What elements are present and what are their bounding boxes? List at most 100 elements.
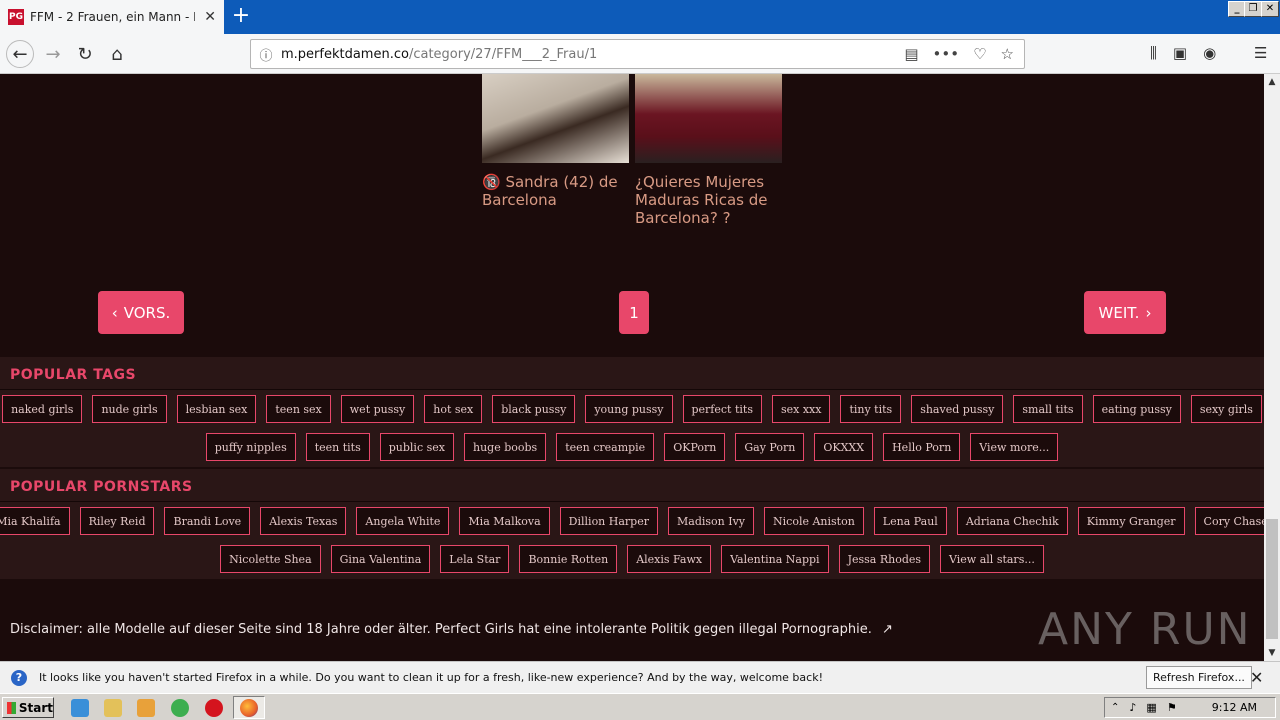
opera-icon[interactable] <box>205 699 223 717</box>
tag-link[interactable]: View more... <box>970 433 1059 461</box>
url-path: /category/27/FFM___2_Frau/1 <box>408 46 598 62</box>
video-thumbnail[interactable] <box>482 74 629 163</box>
tab-close-icon[interactable]: ✕ <box>204 9 216 25</box>
scroll-down-icon[interactable]: ▼ <box>1264 645 1280 661</box>
notification-close-icon[interactable]: ✕ <box>1250 668 1263 687</box>
tag-link[interactable]: Gay Porn <box>735 433 805 461</box>
home-icon[interactable]: ⌂ <box>103 40 131 68</box>
pornstars-row: Mia Khalifa Riley Reid Brandi Love Alexis T… <box>0 507 1264 535</box>
pornstar-link[interactable]: Bonnie Rotten <box>519 545 618 573</box>
previous-page-button[interactable]: ‹ VORS. <box>98 291 184 334</box>
new-tab-icon[interactable]: + <box>231 5 251 27</box>
tag-link[interactable]: tiny tits <box>840 395 902 423</box>
pornstar-link[interactable]: Alexis Texas <box>260 507 347 535</box>
tag-link[interactable]: OKPorn <box>664 433 726 461</box>
tray-expand-icon[interactable]: ⌃ <box>1111 702 1119 713</box>
pornstar-link[interactable]: Riley Reid <box>79 507 155 535</box>
address-bar[interactable]: ⓘ m.perfektdamen.co/category/27/FFM___2_… <box>250 39 1025 69</box>
tag-link[interactable]: young pussy <box>585 395 673 423</box>
next-page-button[interactable]: WEIT. › <box>1084 291 1166 334</box>
site-info-icon[interactable]: ⓘ <box>251 45 281 64</box>
external-link-icon[interactable]: ↗ <box>882 622 893 637</box>
tag-link[interactable]: black pussy <box>492 395 576 423</box>
chrome-icon[interactable] <box>171 699 189 717</box>
pocket-icon[interactable]: ♡ <box>973 45 986 63</box>
tag-link[interactable]: small tits <box>1013 395 1083 423</box>
tag-link[interactable]: nude girls <box>92 395 167 423</box>
thumbnail-caption[interactable]: 🔞 Sandra (42) de Barcelona <box>482 173 632 209</box>
forward-icon[interactable]: → <box>39 40 67 68</box>
pornstar-link[interactable]: Angela White <box>356 507 450 535</box>
pornstar-link[interactable]: Alexis Fawx <box>627 545 712 573</box>
pornstar-link[interactable]: Brandi Love <box>164 507 251 535</box>
sidebar-icon[interactable]: ▣ <box>1173 44 1187 62</box>
system-tray: ⌃ ♪ ▦ ⚑ 9:12 AM <box>1104 697 1276 718</box>
tag-link[interactable]: puffy nipples <box>205 433 296 461</box>
pornstar-link[interactable]: Jessa Rhodes <box>838 545 931 573</box>
site-favicon-icon: PG <box>8 9 24 25</box>
tag-link[interactable]: eating pussy <box>1092 395 1181 423</box>
scrollbar-thumb[interactable] <box>1266 519 1278 639</box>
ie-icon[interactable] <box>71 699 89 717</box>
pornstar-link[interactable]: Mia Khalifa <box>0 507 70 535</box>
vertical-scrollbar[interactable]: ▲ ▼ <box>1264 74 1280 661</box>
back-icon[interactable]: ← <box>6 40 34 68</box>
pornstar-link[interactable]: Lena Paul <box>873 507 947 535</box>
network-icon[interactable]: ▦ <box>1146 701 1156 714</box>
tag-link[interactable]: hot sex <box>424 395 483 423</box>
pornstar-link[interactable]: Valentina Nappi <box>721 545 829 573</box>
pornstar-link[interactable]: Dillion Harper <box>559 507 658 535</box>
reload-icon[interactable]: ↻ <box>71 40 99 68</box>
clock: 9:12 AM <box>1211 701 1257 714</box>
pornstar-link[interactable]: Kimmy Granger <box>1077 507 1185 535</box>
tag-link[interactable]: public sex <box>379 433 454 461</box>
volume-icon[interactable]: ♪ <box>1129 701 1136 714</box>
menu-icon[interactable]: ☰ <box>1254 44 1267 62</box>
firefox-icon <box>240 699 258 717</box>
window-close-icon[interactable]: ✕ <box>1261 1 1279 17</box>
tag-link[interactable]: lesbian sex <box>176 395 257 423</box>
tag-link[interactable]: sex xxx <box>771 395 831 423</box>
pornstar-link[interactable]: View all stars... <box>940 545 1044 573</box>
pornstar-link[interactable]: Gina Valentina <box>330 545 431 573</box>
tag-link[interactable]: sexy girls <box>1190 395 1262 423</box>
tag-link[interactable]: perfect tits <box>682 395 762 423</box>
flag-icon[interactable]: ⚑ <box>1167 701 1177 714</box>
video-thumbnail[interactable] <box>635 74 782 163</box>
pornstar-link[interactable]: Mia Malkova <box>459 507 550 535</box>
url-text[interactable]: m.perfektdamen.co/category/27/FFM___2_Fr… <box>281 47 597 62</box>
browser-tab[interactable]: PG FFM - 2 Frauen, ein Mann - Perfec ✕ <box>0 0 224 34</box>
folder-icon[interactable] <box>104 699 122 717</box>
pornstar-link[interactable]: Madison Ivy <box>668 507 755 535</box>
library-icon[interactable]: ⫼ <box>1150 44 1157 62</box>
refresh-firefox-button[interactable]: Refresh Firefox... <box>1146 666 1252 689</box>
tag-link[interactable]: wet pussy <box>340 395 415 423</box>
tag-link[interactable]: teen sex <box>266 395 331 423</box>
page-number-button[interactable]: 1 <box>619 291 649 334</box>
restore-icon[interactable]: ❐ <box>1244 1 1262 17</box>
pornstar-link[interactable]: Cory Chase <box>1194 507 1264 535</box>
scroll-up-icon[interactable]: ▲ <box>1264 74 1280 90</box>
tag-link[interactable]: Hello Porn <box>883 433 961 461</box>
pornstar-link[interactable]: Adriana Chechik <box>956 507 1068 535</box>
navigation-bar: ← → ↻ ⌂ ⓘ m.perfektdamen.co/category/27/… <box>0 34 1280 74</box>
url-domain: m.perfektdamen.co <box>281 46 409 62</box>
firefox-taskbar-button[interactable] <box>233 696 265 719</box>
page-actions-icon[interactable]: ••• <box>933 45 960 63</box>
tag-link[interactable]: naked girls <box>2 395 83 423</box>
reader-view-icon[interactable]: ▤ <box>904 45 918 63</box>
media-player-icon[interactable] <box>137 699 155 717</box>
tag-link[interactable]: shaved pussy <box>911 395 1004 423</box>
tag-link[interactable]: huge boobs <box>463 433 547 461</box>
pornstar-link[interactable]: Nicolette Shea <box>220 545 321 573</box>
tag-link[interactable]: OKXXX <box>814 433 874 461</box>
tag-link[interactable]: teen creampie <box>556 433 655 461</box>
bookmark-star-icon[interactable]: ☆ <box>1001 45 1014 63</box>
pornstar-link[interactable]: Nicole Aniston <box>764 507 864 535</box>
divider <box>0 501 1264 502</box>
start-button[interactable]: Start <box>2 697 54 718</box>
account-icon[interactable]: ◉ <box>1203 44 1216 62</box>
pornstar-link[interactable]: Lela Star <box>440 545 510 573</box>
thumbnail-caption[interactable]: ¿Quieres Mujeres Maduras Ricas de Barcel… <box>635 173 785 227</box>
tag-link[interactable]: teen tits <box>305 433 370 461</box>
